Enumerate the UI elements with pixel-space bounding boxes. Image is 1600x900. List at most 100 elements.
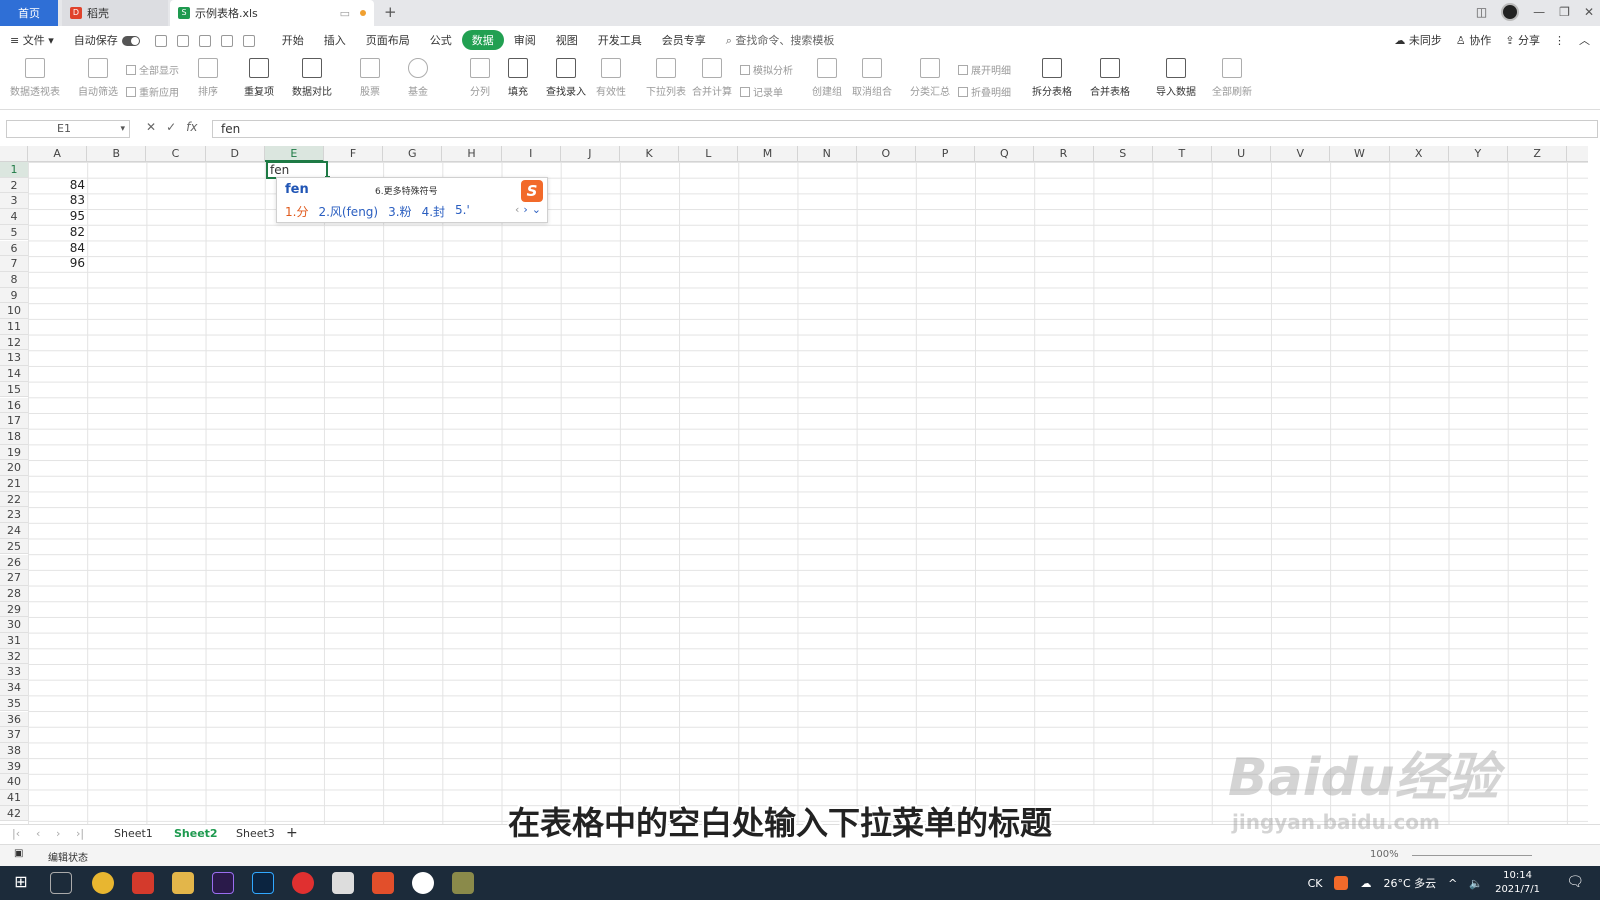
column-header[interactable]: I <box>502 146 561 162</box>
cell-area[interactable]: 84 83 95 82 84 96 <box>28 162 1588 824</box>
split-table-button[interactable]: 拆分表格 <box>1032 58 1072 98</box>
column-header[interactable]: J <box>561 146 620 162</box>
menu-developer[interactable]: 开发工具 <box>588 32 652 48</box>
ungroup-button[interactable]: 取消组合 <box>852 58 892 98</box>
column-header[interactable]: Q <box>975 146 1035 162</box>
what-if-button[interactable]: 模拟分析 <box>740 62 793 77</box>
row-header[interactable]: 35 <box>0 695 28 712</box>
column-header[interactable]: F <box>324 146 384 162</box>
expand-detail-button[interactable]: 展开明细 <box>958 62 1011 77</box>
column-header[interactable]: N <box>798 146 857 162</box>
column-header[interactable]: X <box>1390 146 1449 162</box>
fill-button[interactable]: 填充 <box>508 58 528 98</box>
auto-filter-button[interactable]: 自动筛选 <box>78 58 118 98</box>
zoom-slider[interactable] <box>1412 855 1532 856</box>
consolidate-button[interactable]: 合并计算 <box>692 58 732 98</box>
column-header[interactable]: R <box>1034 146 1094 162</box>
row-header[interactable]: 4 <box>0 209 28 225</box>
row-header[interactable]: 9 <box>0 287 28 304</box>
row-header[interactable]: 27 <box>0 570 28 586</box>
lang-indicator[interactable]: CK <box>1308 877 1323 890</box>
menu-view[interactable]: 视图 <box>546 32 588 48</box>
row-header[interactable]: 13 <box>0 350 28 367</box>
column-header[interactable]: Y <box>1449 146 1508 162</box>
netease-music-icon[interactable] <box>292 872 314 894</box>
share-button[interactable]: ⇪ 分享 <box>1505 32 1540 48</box>
undo-icon[interactable] <box>220 34 233 47</box>
close-icon[interactable]: ✕ <box>1584 5 1594 19</box>
row-header[interactable]: 30 <box>0 617 28 633</box>
column-header[interactable]: W <box>1330 146 1390 162</box>
column-header[interactable]: S <box>1094 146 1153 162</box>
cell-a3[interactable]: 83 <box>28 193 87 208</box>
row-header[interactable]: 42 <box>0 805 28 822</box>
column-header[interactable]: E <box>264 146 324 162</box>
column-header[interactable]: D <box>206 146 265 162</box>
task-view-icon[interactable] <box>50 872 72 894</box>
row-header[interactable]: 1 <box>0 162 28 178</box>
windows-start-icon[interactable]: ⊞ <box>10 872 32 894</box>
file-explorer-icon[interactable] <box>172 872 194 894</box>
cell-a7[interactable]: 96 <box>28 256 87 271</box>
row-header[interactable]: 12 <box>0 334 28 351</box>
app-calc-icon[interactable] <box>452 872 474 894</box>
volume-icon[interactable]: 🔈 <box>1469 877 1483 890</box>
autosave-toggle[interactable]: 自动保存 <box>64 32 150 48</box>
sheet-tab-3[interactable]: Sheet3 <box>236 827 275 840</box>
command-search[interactable]: ⌕ 查找命令、搜索模板 <box>716 32 845 48</box>
row-header[interactable]: 25 <box>0 538 28 555</box>
avatar[interactable] <box>1501 3 1520 21</box>
chevron-right-icon[interactable]: › <box>523 203 527 216</box>
menu-page-layout[interactable]: 页面布局 <box>356 32 420 48</box>
chevron-up-icon[interactable]: ^ <box>1448 877 1457 890</box>
macro-icon[interactable]: ▣ <box>14 848 23 859</box>
formula-input[interactable]: fen <box>212 120 1598 138</box>
cell-a5[interactable]: 82 <box>28 225 87 240</box>
merge-table-button[interactable]: 合并表格 <box>1090 58 1130 98</box>
row-header[interactable]: 18 <box>0 428 28 445</box>
sheet-tab-2[interactable]: Sheet2 <box>174 827 218 840</box>
column-header[interactable]: Z <box>1508 146 1568 162</box>
column-header[interactable]: V <box>1271 146 1331 162</box>
split-column-button[interactable]: 分列 <box>470 58 490 98</box>
column-header[interactable]: G <box>383 146 443 162</box>
row-header[interactable]: 31 <box>0 633 28 649</box>
name-box[interactable]: E1 ▾ <box>6 120 130 138</box>
clock[interactable]: 10:14 2021/7/1 <box>1495 869 1540 897</box>
row-header[interactable]: 7 <box>0 256 28 272</box>
data-compare-button[interactable]: 数据对比 <box>292 58 332 98</box>
refresh-all-button[interactable]: 全部刷新 <box>1212 58 1252 98</box>
prev-sheet-icon[interactable]: ‹ <box>36 827 40 840</box>
column-header[interactable]: H <box>442 146 502 162</box>
layout-icon[interactable]: ◫ <box>1476 5 1487 19</box>
row-header[interactable]: 41 <box>0 790 28 806</box>
row-header[interactable]: 34 <box>0 680 28 696</box>
weather[interactable]: 26°C 多云 <box>1383 875 1436 891</box>
column-header[interactable]: U <box>1212 146 1272 162</box>
zoom-level[interactable]: 100% <box>1370 849 1399 860</box>
app-icon[interactable] <box>332 872 354 894</box>
tab-home[interactable]: 首页 <box>0 0 58 26</box>
row-header[interactable]: 19 <box>0 444 28 461</box>
ime-candidate[interactable]: 1.分 <box>285 203 308 220</box>
lookup-entry-button[interactable]: 查找录入 <box>546 58 586 98</box>
row-header[interactable]: 16 <box>0 397 28 414</box>
fund-button[interactable]: 基金 <box>408 58 428 98</box>
row-header[interactable]: 11 <box>0 319 28 335</box>
column-header[interactable]: T <box>1153 146 1212 162</box>
ime-candidate[interactable]: 2.风(feng) <box>318 203 378 220</box>
first-sheet-icon[interactable]: |‹ <box>12 827 20 840</box>
row-header[interactable]: 6 <box>0 240 28 257</box>
tab-daoke[interactable]: D 稻壳 <box>62 0 168 26</box>
duplicates-button[interactable]: 重复项 <box>244 58 274 98</box>
row-header[interactable]: 23 <box>0 507 28 524</box>
cell-a6[interactable]: 84 <box>28 241 87 256</box>
stock-button[interactable]: 股票 <box>360 58 380 98</box>
menu-start[interactable]: 开始 <box>272 32 314 48</box>
tab-document[interactable]: S 示例表格.xls ▭ <box>170 0 374 26</box>
pivot-table-button[interactable]: 数据透视表 <box>10 58 60 98</box>
minimize-icon[interactable]: — <box>1533 5 1545 19</box>
row-header[interactable]: 38 <box>0 742 28 759</box>
cell-a2[interactable]: 84 <box>28 178 87 193</box>
group-button[interactable]: 创建组 <box>812 58 842 98</box>
